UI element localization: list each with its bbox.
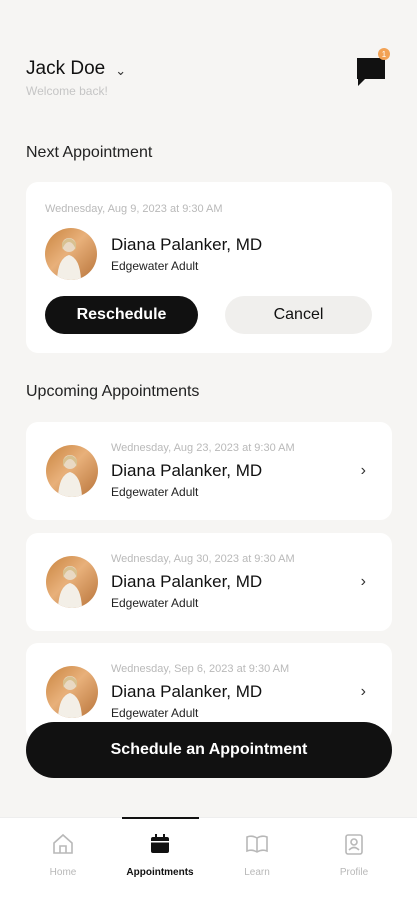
doctor-name: Diana Palanker, MD	[111, 235, 263, 254]
chevron-right-icon[interactable]: ›	[361, 683, 366, 701]
calendar-icon	[151, 834, 169, 853]
avatar	[45, 228, 97, 280]
appointment-date: Wednesday, Aug 9, 2023 at 9:30 AM	[45, 203, 223, 215]
doctor-name: Diana Palanker, MD	[111, 461, 263, 480]
clinic-location: Edgewater Adult	[111, 485, 199, 499]
upcoming-appointments-title: Upcoming Appointments	[26, 383, 200, 400]
chevron-right-icon[interactable]: ›	[361, 462, 366, 480]
clinic-location: Edgewater Adult	[111, 259, 199, 273]
schedule-appointment-button[interactable]: Schedule an Appointment	[26, 722, 392, 778]
tab-bar: Home Appointments Learn Profile	[0, 817, 417, 900]
book-icon	[246, 835, 268, 853]
avatar	[46, 445, 98, 497]
appointment-date: Wednesday, Sep 6, 2023 at 9:30 AM	[111, 663, 290, 675]
upcoming-appointment-card[interactable]: Wednesday, Aug 30, 2023 at 9:30 AM Diana…	[26, 533, 392, 631]
cancel-button[interactable]: Cancel	[225, 296, 372, 334]
tab-profile[interactable]: Profile	[314, 832, 394, 878]
welcome-text: Welcome back!	[26, 84, 108, 98]
clinic-location: Edgewater Adult	[111, 706, 199, 720]
reschedule-button[interactable]: Reschedule	[45, 296, 198, 334]
chevron-right-icon[interactable]: ›	[361, 573, 366, 591]
upcoming-appointment-card[interactable]: Wednesday, Aug 23, 2023 at 9:30 AM Diana…	[26, 422, 392, 520]
next-appointment-title: Next Appointment	[26, 144, 153, 161]
profile-icon	[345, 834, 363, 855]
chevron-down-icon[interactable]: ⌄	[115, 63, 126, 79]
next-appointment-card[interactable]: Wednesday, Aug 9, 2023 at 9:30 AM Diana …	[26, 182, 392, 353]
user-switcher[interactable]: Jack Doe ⌄	[26, 58, 392, 80]
messages-button[interactable]: 1	[354, 48, 390, 88]
tab-label: Home	[49, 867, 77, 878]
avatar	[46, 666, 98, 718]
notification-badge: 1	[378, 48, 390, 60]
appointment-date: Wednesday, Aug 30, 2023 at 9:30 AM	[111, 553, 295, 565]
user-name: Jack Doe	[26, 58, 106, 79]
clinic-location: Edgewater Adult	[111, 596, 199, 610]
doctor-name: Diana Palanker, MD	[111, 682, 263, 701]
tab-label: Appointments	[126, 867, 194, 878]
tab-label: Profile	[339, 867, 369, 878]
doctor-name: Diana Palanker, MD	[111, 572, 263, 591]
tab-label: Learn	[244, 867, 270, 878]
home-icon	[53, 833, 73, 854]
appointment-date: Wednesday, Aug 23, 2023 at 9:30 AM	[111, 442, 295, 454]
tab-appointments[interactable]: Appointments	[120, 832, 200, 878]
active-tab-indicator	[122, 817, 199, 819]
tab-learn[interactable]: Learn	[217, 832, 297, 878]
header: Jack Doe ⌄ Welcome back! 1	[26, 48, 392, 102]
tab-home[interactable]: Home	[23, 832, 103, 878]
avatar	[46, 556, 98, 608]
